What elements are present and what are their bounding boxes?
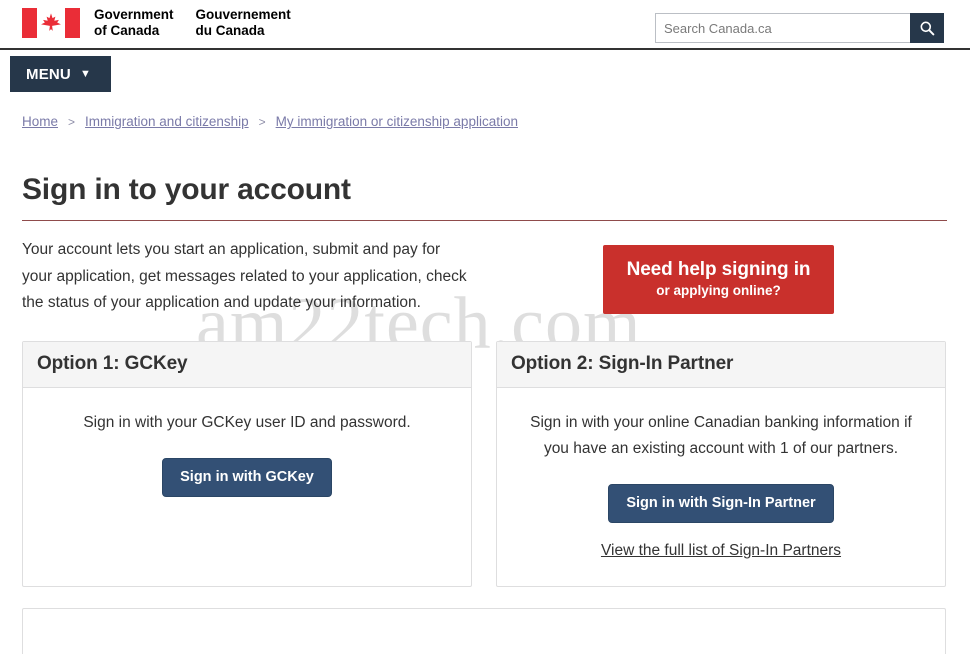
chevron-down-icon: ▼: [79, 67, 92, 80]
panel-option-2-sign-in-partner: Option 2: Sign-In Partner Sign in with y…: [496, 340, 946, 587]
wordmark: Government of Canada Gouvernement du Can…: [94, 7, 291, 39]
site-header: Government of Canada Gouvernement du Can…: [0, 0, 970, 50]
wordmark-fr-line1: Gouvernement: [195, 7, 291, 22]
panel-body: Sign in with your GCKey user ID and pass…: [23, 388, 471, 566]
government-of-canada-brand[interactable]: Government of Canada Gouvernement du Can…: [22, 6, 291, 39]
breadcrumb-separator: >: [258, 115, 266, 129]
sign-in-with-gckey-button[interactable]: Sign in with GCKey: [162, 457, 332, 497]
panel-body: Sign in with your online Canadian bankin…: [497, 388, 945, 586]
need-help-signing-in-button[interactable]: Need help signing in or applying online?: [603, 245, 834, 314]
page-title: Sign in to your account: [22, 173, 351, 206]
sign-in-options: Option 1: GCKey Sign in with your GCKey …: [22, 340, 948, 587]
panel-description-option-1: Sign in with your GCKey user ID and pass…: [83, 413, 411, 431]
site-search: [655, 13, 944, 43]
breadcrumb-item-home[interactable]: Home: [22, 112, 58, 132]
main-menu-bar: MENU ▼: [0, 50, 970, 98]
breadcrumb-separator: >: [68, 115, 76, 129]
wordmark-fr-line2: du Canada: [195, 23, 265, 38]
search-button[interactable]: [910, 13, 944, 43]
help-button-line1: Need help signing in: [626, 259, 811, 280]
intro-row: Your account lets you start an applicati…: [22, 237, 948, 317]
page-root: am22tech.com Government of Canada Gouver…: [0, 0, 970, 654]
wordmark-en-line1: Government: [94, 7, 174, 22]
menu-button-label: MENU: [26, 65, 71, 83]
breadcrumb: Home > Immigration and citizenship > My …: [22, 112, 518, 132]
menu-button[interactable]: MENU ▼: [10, 56, 111, 92]
panel-header: Option 2: Sign-In Partner: [497, 341, 945, 388]
search-icon: [920, 21, 935, 36]
panel-description-option-2: Sign in with your online Canadian bankin…: [530, 413, 912, 457]
breadcrumb-item-my-application[interactable]: My immigration or citizenship applicatio…: [276, 112, 518, 132]
wordmark-en-line2: of Canada: [94, 23, 160, 38]
maple-leaf-icon: [41, 12, 61, 31]
panel-title-option-2: Option 2: Sign-In Partner: [511, 352, 734, 374]
panel-option-1-gckey: Option 1: GCKey Sign in with your GCKey …: [22, 340, 472, 587]
main-content: Sign in to your account Your account let…: [0, 146, 970, 654]
search-input[interactable]: [655, 13, 910, 43]
breadcrumb-item-immigration-and-citizenship[interactable]: Immigration and citizenship: [85, 112, 249, 132]
canada-flag-icon: [22, 7, 80, 38]
help-button-line2: or applying online?: [656, 283, 781, 298]
panel-title-option-1: Option 1: GCKey: [37, 352, 188, 374]
panel-header: Option 1: GCKey: [23, 341, 471, 388]
view-full-list-of-sign-in-partners-link[interactable]: View the full list of Sign-In Partners: [517, 542, 925, 560]
sign-in-with-sign-in-partner-button[interactable]: Sign in with Sign-In Partner: [608, 483, 834, 523]
title-divider: [22, 220, 947, 221]
panel-option-3-partial: [22, 607, 946, 654]
intro-paragraph: Your account lets you start an applicati…: [22, 241, 467, 311]
